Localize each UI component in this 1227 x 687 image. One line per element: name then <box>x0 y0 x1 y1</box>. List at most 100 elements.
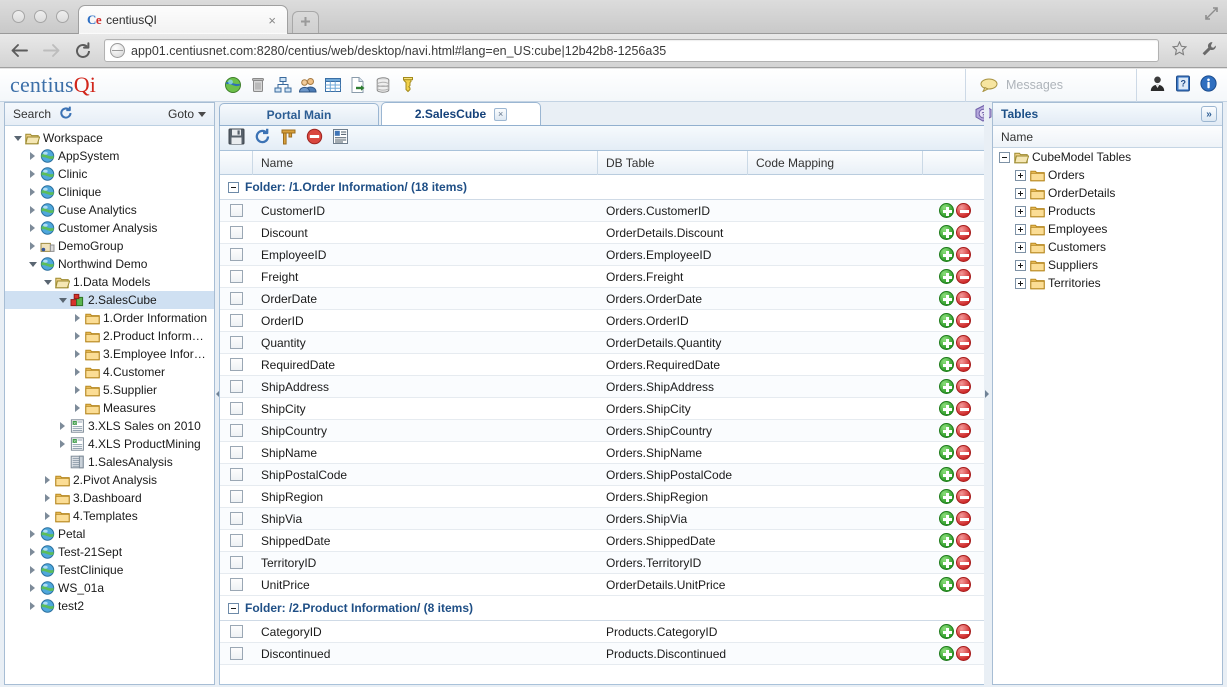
tree-item-clinique[interactable]: Clinique <box>5 183 214 201</box>
search-label[interactable]: Search <box>13 107 51 121</box>
row-checkbox[interactable] <box>230 556 243 569</box>
cell-db-table[interactable]: Orders.RequiredDate <box>598 354 923 376</box>
right-splitter[interactable] <box>984 102 989 685</box>
expand-arrow-icon[interactable] <box>41 512 54 520</box>
cell-db-table[interactable]: Orders.TerritoryID <box>598 552 923 574</box>
cell-db-table[interactable]: Products.CategoryID <box>598 621 923 643</box>
delete-icon[interactable] <box>306 128 323 148</box>
tree-item-test-21sept[interactable]: Test-21Sept <box>5 543 214 561</box>
tree-item-demogroup[interactable]: DemoGroup <box>5 237 214 255</box>
row-checkbox[interactable] <box>230 578 243 591</box>
users-icon[interactable] <box>299 76 317 94</box>
cell-name[interactable]: ShipCountry <box>253 420 598 442</box>
expand-plus-icon[interactable] <box>1015 242 1026 253</box>
cell-name[interactable]: ShipVia <box>253 508 598 530</box>
tables-tree-item-orderdetails[interactable]: OrderDetails <box>993 184 1222 202</box>
globe-icon[interactable] <box>224 76 242 94</box>
expand-arrow-icon[interactable] <box>71 368 84 376</box>
row-checkbox[interactable] <box>230 226 243 239</box>
info-icon[interactable] <box>1200 75 1217 95</box>
remove-field-icon[interactable] <box>956 646 971 661</box>
add-field-icon[interactable] <box>939 269 954 284</box>
remove-field-icon[interactable] <box>956 269 971 284</box>
expand-plus-icon[interactable] <box>1015 206 1026 217</box>
table-row[interactable]: ShipAddressOrders.ShipAddress <box>220 376 988 398</box>
row-checkbox[interactable] <box>230 380 243 393</box>
table-row[interactable]: DiscontinuedProducts.Discontinued <box>220 643 988 665</box>
table-row[interactable]: CategoryIDProducts.CategoryID <box>220 621 988 643</box>
expand-plus-icon[interactable] <box>1015 260 1026 271</box>
cell-name[interactable]: ShipCity <box>253 398 598 420</box>
expand-plus-icon[interactable] <box>1015 224 1026 235</box>
expand-arrow-icon[interactable] <box>71 332 84 340</box>
cell-name[interactable]: CustomerID <box>253 200 598 222</box>
add-field-icon[interactable] <box>939 379 954 394</box>
org-chart-icon[interactable] <box>274 76 292 94</box>
expand-arrow-icon[interactable] <box>56 440 69 448</box>
cell-db-table[interactable]: Products.Discontinued <box>598 643 923 665</box>
tree-item-1-order-information[interactable]: 1.Order Information <box>5 309 214 327</box>
expand-arrow-icon[interactable] <box>26 224 39 232</box>
cell-name[interactable]: EmployeeID <box>253 244 598 266</box>
tree-item-measures[interactable]: Measures <box>5 399 214 417</box>
cell-name[interactable]: OrderDate <box>253 288 598 310</box>
tree-item-northwind-demo[interactable]: Northwind Demo <box>5 255 214 273</box>
new-tab-button[interactable] <box>292 11 319 33</box>
refresh-icon[interactable] <box>59 106 73 123</box>
collapse-arrow-icon[interactable] <box>56 298 69 303</box>
tables-tree-item-orders[interactable]: Orders <box>993 166 1222 184</box>
expand-arrow-icon[interactable] <box>26 152 39 160</box>
tree-item-3-dashboard[interactable]: 3.Dashboard <box>5 489 214 507</box>
table-row[interactable]: CustomerIDOrders.CustomerID <box>220 200 988 222</box>
cell-db-table[interactable]: Orders.OrderID <box>598 310 923 332</box>
table-row[interactable]: TerritoryIDOrders.TerritoryID <box>220 552 988 574</box>
tree-item-2-product-information[interactable]: 2.Product Information <box>5 327 214 345</box>
tree-item-customer-analysis[interactable]: Customer Analysis <box>5 219 214 237</box>
forward-button[interactable] <box>40 40 62 62</box>
cell-name[interactable]: ShipPostalCode <box>253 464 598 486</box>
cell-name[interactable]: CategoryID <box>253 621 598 643</box>
table-row[interactable]: ShipCityOrders.ShipCity <box>220 398 988 420</box>
cell-db-table[interactable]: Orders.ShipName <box>598 442 923 464</box>
cell-name[interactable]: ShippedDate <box>253 530 598 552</box>
grid-header-name[interactable]: Name <box>253 151 598 175</box>
tree-item-cuse-analytics[interactable]: Cuse Analytics <box>5 201 214 219</box>
properties-icon[interactable] <box>332 128 349 148</box>
back-button[interactable] <box>8 40 30 62</box>
cell-name[interactable]: Freight <box>253 266 598 288</box>
table-row[interactable]: ShipPostalCodeOrders.ShipPostalCode <box>220 464 988 486</box>
add-field-icon[interactable] <box>939 624 954 639</box>
row-checkbox[interactable] <box>230 336 243 349</box>
cell-db-table[interactable]: OrderDetails.Discount <box>598 222 923 244</box>
cell-db-table[interactable]: Orders.Freight <box>598 266 923 288</box>
workspace-tree[interactable]: WorkspaceAppSystemClinicCliniqueCuse Ana… <box>5 127 214 684</box>
row-checkbox[interactable] <box>230 534 243 547</box>
remove-field-icon[interactable] <box>956 203 971 218</box>
grid-header-code-mapping[interactable]: Code Mapping <box>748 151 923 175</box>
tree-item-testclinique[interactable]: TestClinique <box>5 561 214 579</box>
cube-tab-portal-main[interactable]: Portal Main <box>219 103 379 125</box>
remove-field-icon[interactable] <box>956 467 971 482</box>
add-field-icon[interactable] <box>939 489 954 504</box>
remove-field-icon[interactable] <box>956 445 971 460</box>
remove-field-icon[interactable] <box>956 423 971 438</box>
tables-tree-item-customers[interactable]: Customers <box>993 238 1222 256</box>
remove-field-icon[interactable] <box>956 511 971 526</box>
cell-name[interactable]: RequiredDate <box>253 354 598 376</box>
row-checkbox[interactable] <box>230 204 243 217</box>
close-icon[interactable]: × <box>494 108 507 121</box>
expand-arrow-icon[interactable] <box>26 566 39 574</box>
add-field-icon[interactable] <box>939 225 954 240</box>
export-document-icon[interactable] <box>349 76 367 94</box>
cell-db-table[interactable]: Orders.OrderDate <box>598 288 923 310</box>
expand-panel-icon[interactable]: » <box>1201 106 1217 122</box>
hierarchy-icon[interactable] <box>280 128 297 148</box>
row-checkbox[interactable] <box>230 358 243 371</box>
table-row[interactable]: FreightOrders.Freight <box>220 266 988 288</box>
tree-item-ws-01a[interactable]: WS_01a <box>5 579 214 597</box>
remove-field-icon[interactable] <box>956 291 971 306</box>
messages-button[interactable]: Messages <box>965 69 1137 102</box>
expand-arrow-icon[interactable] <box>26 602 39 610</box>
browser-tab[interactable]: Ce centiusQI × <box>78 5 288 34</box>
cell-db-table[interactable]: Orders.EmployeeID <box>598 244 923 266</box>
